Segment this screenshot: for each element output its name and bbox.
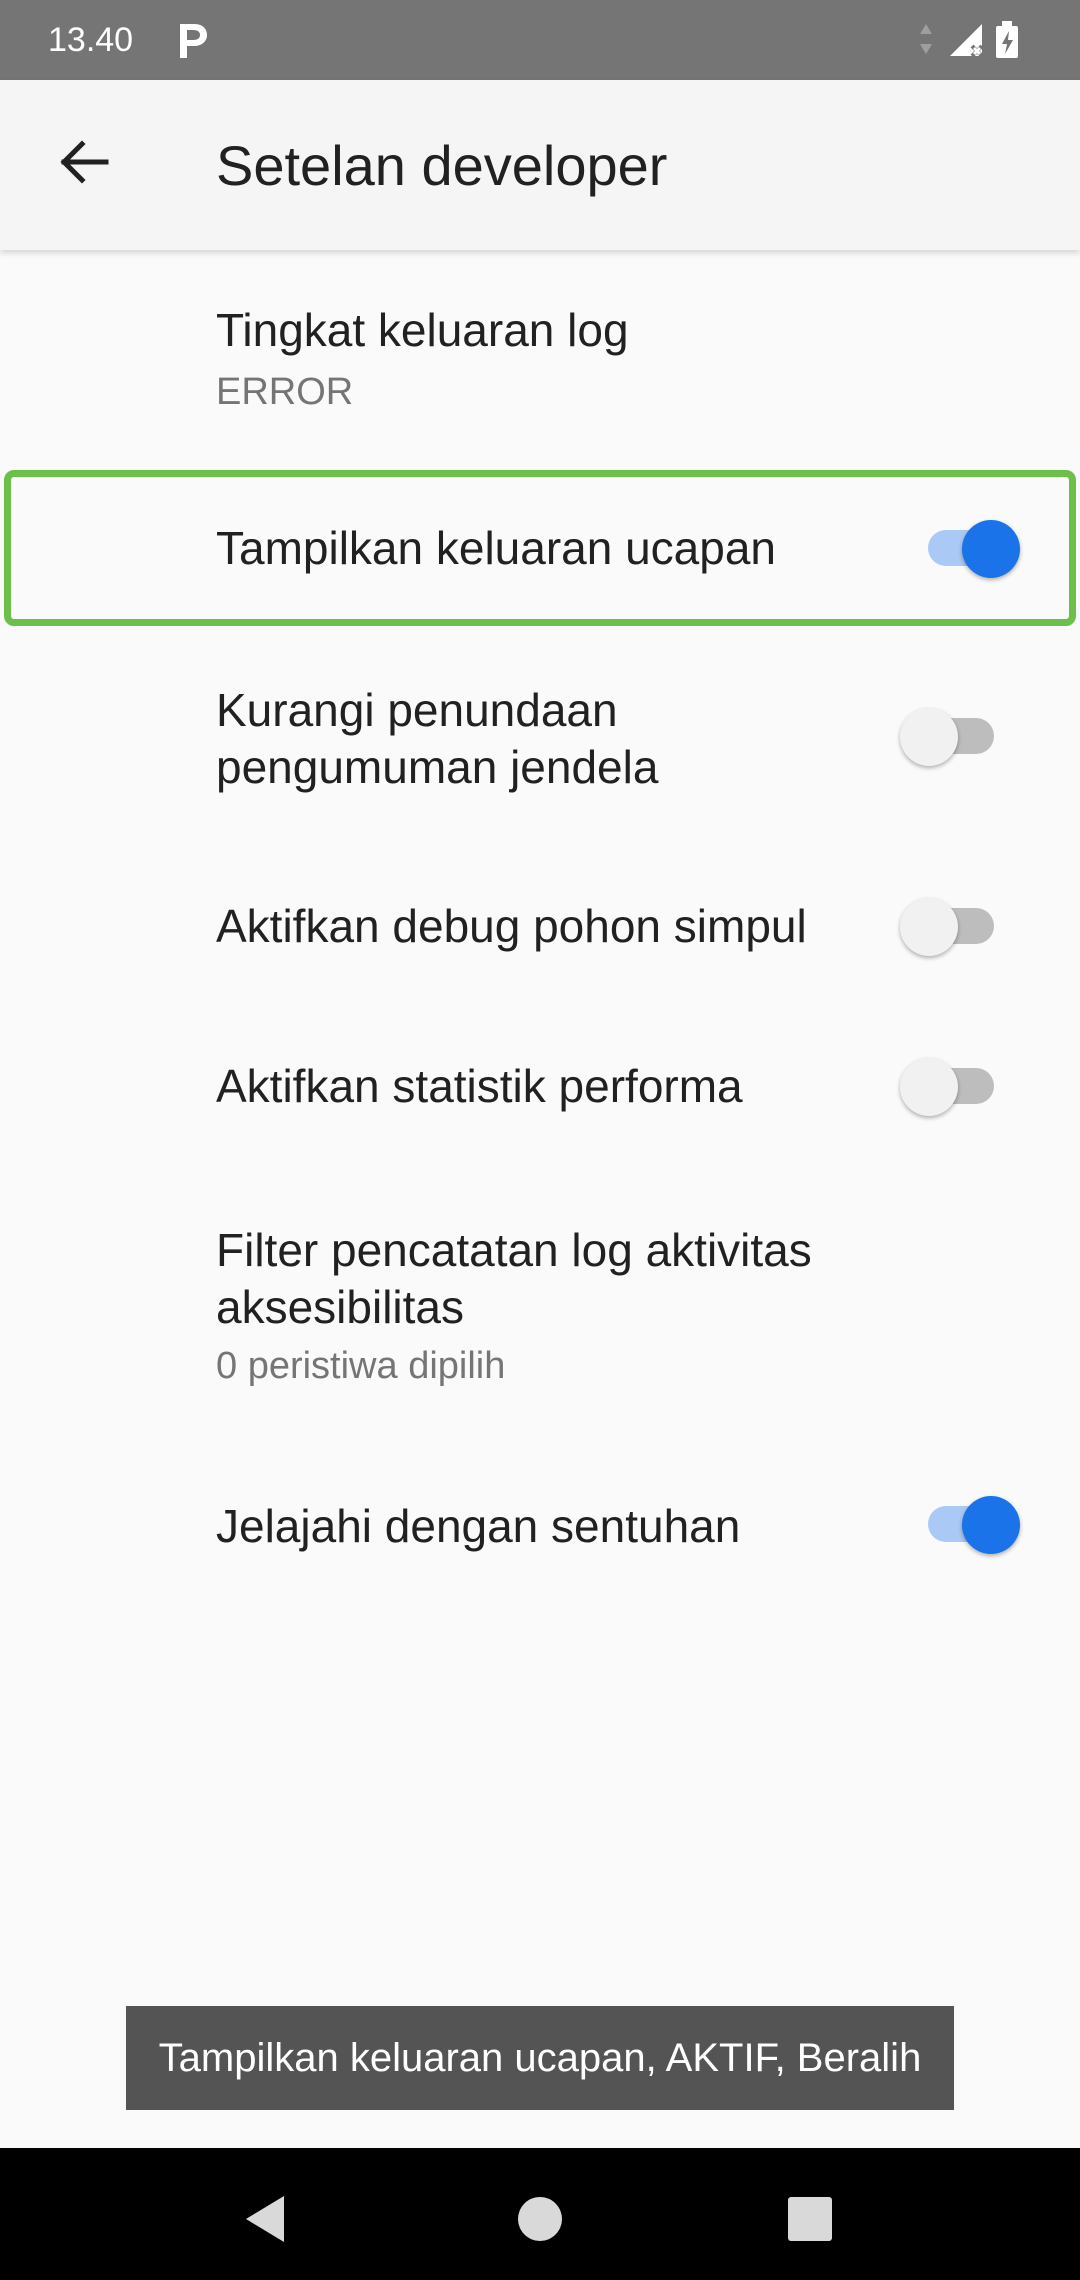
- setting-summary: ERROR: [216, 371, 354, 413]
- setting-title-line-1: Kurangi penundaan: [216, 684, 618, 736]
- setting-node-tree-debug[interactable]: Aktifkan debug pohon simpul: [0, 846, 1080, 1006]
- battery-charging-icon: [996, 21, 1018, 58]
- setting-event-log-filter[interactable]: Filter pencatatan log aktivitas aksesibi…: [0, 1166, 1080, 1436]
- explore-by-touch-switch[interactable]: [920, 1484, 1020, 1564]
- data-arrows-icon: [920, 24, 932, 54]
- accessibility-focus-frame: [4, 470, 1076, 626]
- p-icon: [174, 20, 210, 60]
- page-title: Setelan developer: [216, 134, 668, 197]
- setting-title: Aktifkan statistik performa: [216, 1060, 743, 1112]
- home-circle-icon: [518, 2197, 562, 2241]
- back-button[interactable]: [44, 122, 124, 202]
- setting-title-line-2: aksesibilitas: [216, 1281, 464, 1333]
- back-triangle-icon: [246, 2196, 284, 2242]
- recents-square-icon: [788, 2197, 832, 2241]
- reduce-window-delay-switch[interactable]: [900, 696, 1000, 776]
- setting-reduce-window-delay[interactable]: Kurangi penundaan pengumuman jendela: [0, 626, 1080, 846]
- setting-performance-stats[interactable]: Aktifkan statistik performa: [0, 1006, 1080, 1166]
- nav-back-button[interactable]: [230, 2184, 300, 2254]
- node-tree-debug-switch[interactable]: [900, 886, 1000, 966]
- setting-log-output-level[interactable]: Tingkat keluaran log ERROR: [0, 250, 1080, 470]
- setting-explore-by-touch[interactable]: Jelajahi dengan sentuhan: [0, 1436, 1080, 1616]
- signal-no-sim-icon: [950, 24, 984, 58]
- setting-title: Tingkat keluaran log: [216, 304, 629, 356]
- setting-title-line-1: Filter pencatatan log aktivitas: [216, 1224, 812, 1276]
- performance-stats-switch[interactable]: [900, 1046, 1000, 1126]
- setting-summary: 0 peristiwa dipilih: [216, 1345, 506, 1387]
- setting-title: Jelajahi dengan sentuhan: [216, 1500, 741, 1552]
- toast-message: Tampilkan keluaran ucapan, AKTIF, Berali…: [126, 2006, 954, 2110]
- toast-text: Tampilkan keluaran ucapan, AKTIF, Berali…: [158, 2035, 922, 2080]
- setting-title-line-2: pengumuman jendela: [216, 741, 659, 793]
- status-bar: 13.40: [0, 0, 1080, 80]
- nav-recents-button[interactable]: [775, 2184, 845, 2254]
- app-bar: Setelan developer: [0, 80, 1080, 250]
- navigation-bar: [0, 2148, 1080, 2280]
- setting-title: Aktifkan debug pohon simpul: [216, 900, 807, 952]
- arrow-back-icon: [60, 140, 109, 184]
- status-icons: [916, 18, 1036, 62]
- status-time: 13.40: [48, 21, 134, 59]
- nav-home-button[interactable]: [505, 2184, 575, 2254]
